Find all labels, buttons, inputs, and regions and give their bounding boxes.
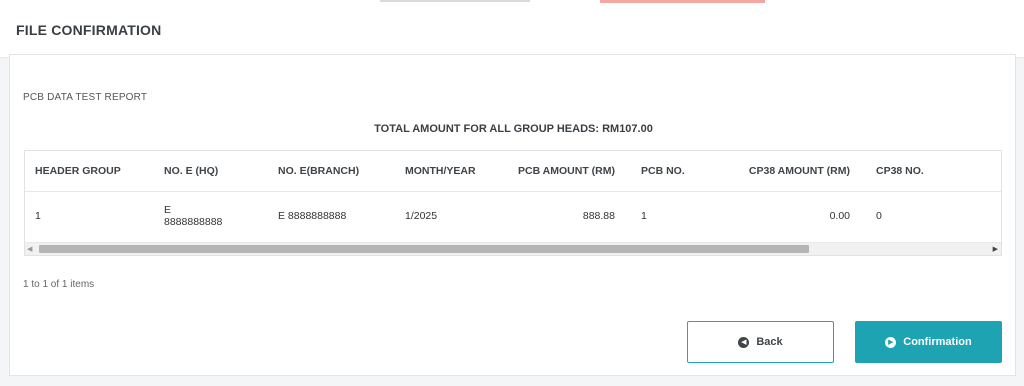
confirmation-button[interactable]: ▶ Confirmation: [855, 321, 1002, 363]
arrow-right-circle-icon: ▶: [885, 336, 897, 348]
column-cp38-no[interactable]: CP38 NO.: [860, 151, 1001, 192]
column-no-e-hq[interactable]: NO. E (HQ): [154, 151, 268, 192]
column-header-group[interactable]: HEADER GROUP: [25, 151, 154, 192]
back-button-label: Back: [756, 336, 783, 348]
confirmation-card: PCB DATA TEST REPORT TOTAL AMOUNT FOR AL…: [9, 54, 1016, 376]
nav-highlight: [600, 0, 765, 3]
cell-header-group: 1: [35, 210, 41, 223]
table-row: 1 E 8888888888 E 8888888888 1/2025 888.8…: [25, 191, 1001, 241]
column-pcb-no[interactable]: PCB NO.: [625, 151, 709, 192]
table-header-row: HEADER GROUP NO. E (HQ) NO. E(BRANCH) MO…: [25, 151, 1001, 192]
column-cp38-amount[interactable]: CP38 AMOUNT (RM): [709, 151, 860, 192]
column-month-year[interactable]: MONTH/YEAR: [395, 151, 505, 192]
column-pcb-amount[interactable]: PCB AMOUNT (RM): [505, 151, 625, 192]
scrollbar-thumb[interactable]: [39, 245, 809, 253]
total-amount: TOTAL AMOUNT FOR ALL GROUP HEADS: RM107.…: [10, 123, 1017, 135]
cell-month-year: 1/2025: [405, 210, 438, 223]
cell-no-e-hq-number: 8888888888: [164, 216, 223, 229]
back-button[interactable]: ◀ Back: [687, 321, 834, 363]
horizontal-scrollbar[interactable]: ◀ ▶: [25, 242, 1001, 255]
cell-pcb-no: 1: [641, 210, 647, 223]
data-grid: HEADER GROUP NO. E (HQ) NO. E(BRANCH) MO…: [24, 150, 1002, 256]
scroll-right-arrow-icon[interactable]: ▶: [993, 245, 998, 253]
scroll-left-arrow-icon[interactable]: ◀: [27, 245, 32, 253]
report-name: PCB DATA TEST REPORT: [23, 92, 148, 103]
top-bar: FILE CONFIRMATION: [0, 0, 1024, 58]
nav-indicator: [380, 0, 530, 2]
cell-no-e-branch: E 8888888888: [278, 210, 347, 223]
data-table: HEADER GROUP NO. E (HQ) NO. E(BRANCH) MO…: [25, 151, 1001, 241]
column-no-e-branch[interactable]: NO. E(BRANCH): [268, 151, 395, 192]
confirmation-button-label: Confirmation: [903, 336, 972, 348]
cell-cp38-amount: 0.00: [829, 210, 850, 223]
cell-pcb-amount: 888.88: [582, 210, 615, 223]
cell-cp38-no: 0: [876, 210, 882, 223]
total-amount-text: TOTAL AMOUNT FOR ALL GROUP HEADS: RM107.…: [374, 123, 653, 135]
cell-no-e-hq-prefix: E: [164, 204, 172, 217]
arrow-left-circle-icon: ◀: [738, 336, 750, 348]
page-title: FILE CONFIRMATION: [16, 22, 162, 38]
cell-no-e-hq: E 8888888888: [154, 191, 268, 241]
pager-info: 1 to 1 of 1 items: [23, 279, 95, 290]
